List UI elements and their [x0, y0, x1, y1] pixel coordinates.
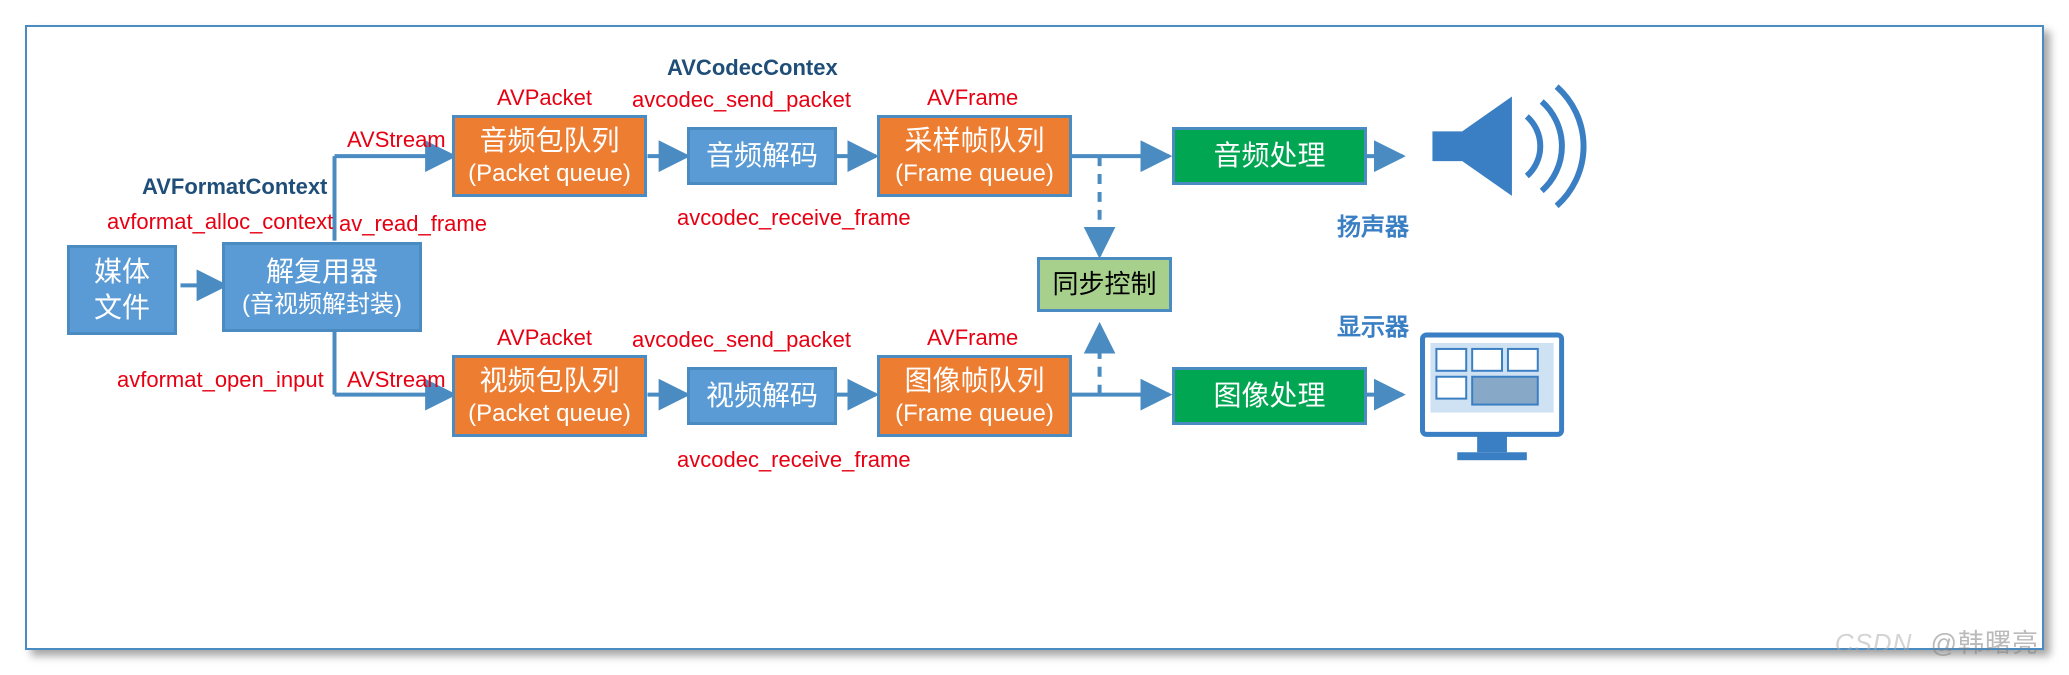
label-avcodec-send-packet-top: avcodec_send_packet	[632, 87, 851, 113]
label-speaker: 扬声器	[1337, 207, 1409, 242]
watermark-author: @韩曙亮	[1931, 628, 2039, 658]
label-avpacket-bot: AVPacket	[497, 325, 592, 351]
box-demux: 解复用器 (音视频解封装)	[222, 242, 422, 332]
label-av-read-frame: av_read_frame	[339, 211, 487, 237]
label-avstream-top: AVStream	[347, 127, 446, 153]
label-avformat-alloc-context: avformat_alloc_context	[107, 209, 333, 235]
text-media-l2: 文件	[94, 290, 150, 326]
text-audio-frame-l2: (Frame queue)	[895, 160, 1054, 189]
label-avformat-open-input: avformat_open_input	[117, 367, 324, 393]
text-video-proc: 图像处理	[1213, 378, 1325, 414]
box-video-decode: 视频解码	[687, 367, 837, 425]
box-audio-frame-queue: 采样帧队列 (Frame queue)	[877, 115, 1072, 197]
box-sync-control: 同步控制	[1037, 257, 1172, 312]
label-avcodec-receive-frame-bot: avcodec_receive_frame	[677, 447, 911, 473]
text-video-frame-l1: 图像帧队列	[904, 363, 1044, 399]
label-avframe-bot: AVFrame	[927, 325, 1018, 351]
text-video-frame-l2: (Frame queue)	[895, 400, 1054, 429]
label-avstream-bot: AVStream	[347, 367, 446, 393]
text-audio-frame-l1: 采样帧队列	[904, 123, 1044, 159]
text-audio-proc: 音频处理	[1213, 138, 1325, 174]
box-audio-packet-queue: 音频包队列 (Packet queue)	[452, 115, 647, 197]
text-demux-l1: 解复用器	[266, 254, 378, 290]
watermark-csdn: CSDN	[1835, 628, 1913, 658]
label-avframe-top: AVFrame	[927, 85, 1018, 111]
text-demux-l2: (音视频解封装)	[242, 291, 402, 320]
box-media-file: 媒体 文件	[67, 245, 177, 335]
box-video-processing: 图像处理	[1172, 367, 1367, 425]
box-audio-decode: 音频解码	[687, 127, 837, 185]
label-avpacket-top: AVPacket	[497, 85, 592, 111]
box-video-frame-queue: 图像帧队列 (Frame queue)	[877, 355, 1072, 437]
text-video-pkt-l1: 视频包队列	[479, 363, 619, 399]
label-avcodec-receive-frame-top: avcodec_receive_frame	[677, 205, 911, 231]
watermark: CSDN @韩曙亮	[1835, 623, 2039, 660]
text-video-decode: 视频解码	[706, 378, 818, 414]
box-video-packet-queue: 视频包队列 (Packet queue)	[452, 355, 647, 437]
label-avcodeccontext: AVCodecContex	[667, 55, 838, 81]
text-audio-pkt-l1: 音频包队列	[479, 123, 619, 159]
text-audio-pkt-l2: (Packet queue)	[468, 160, 631, 189]
diagram-frame: 媒体 文件 解复用器 (音视频解封装) 音频包队列 (Packet queue)…	[25, 25, 2044, 650]
label-avformatcontext: AVFormatContext	[142, 174, 327, 200]
box-audio-processing: 音频处理	[1172, 127, 1367, 185]
text-video-pkt-l2: (Packet queue)	[468, 400, 631, 429]
text-media-l1: 媒体	[94, 254, 150, 290]
label-avcodec-send-packet-bot: avcodec_send_packet	[632, 327, 851, 353]
text-audio-decode: 音频解码	[706, 138, 818, 174]
text-sync: 同步控制	[1052, 268, 1156, 302]
label-display: 显示器	[1337, 307, 1409, 342]
